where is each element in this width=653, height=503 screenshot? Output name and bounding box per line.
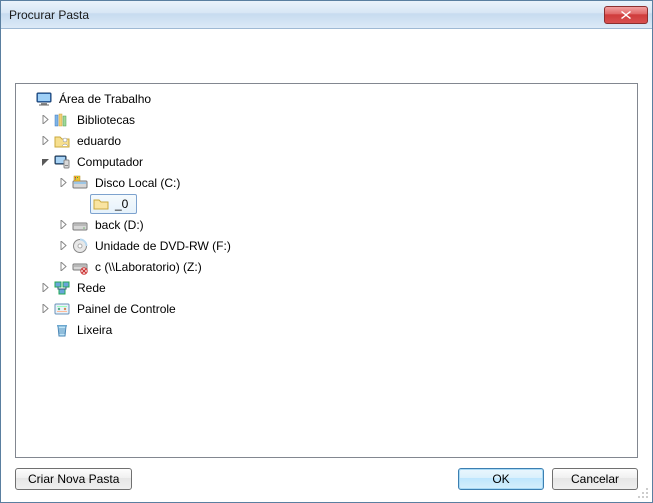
tree-label: back (D:) xyxy=(92,217,147,233)
desktop-icon xyxy=(36,91,52,107)
tree-item-control-panel[interactable]: Painel de Controle xyxy=(36,298,635,319)
recycle-bin-icon xyxy=(54,322,70,338)
tree-label: Rede xyxy=(74,280,109,296)
tree-item-computer[interactable]: Computador xyxy=(36,151,635,172)
tree-label: Lixeira xyxy=(74,322,115,338)
tree-label: Disco Local (C:) xyxy=(92,175,183,191)
tree-label: Unidade de DVD-RW (F:) xyxy=(92,238,234,254)
folder-tree[interactable]: Área de Trabalho Biblioteca xyxy=(15,83,638,458)
network-drive-disconnected-icon xyxy=(72,259,88,275)
tree-item-recycle-bin[interactable]: Lixeira xyxy=(36,319,635,340)
tree-label: Computador xyxy=(74,154,146,170)
computer-icon xyxy=(54,154,70,170)
ok-button[interactable]: OK xyxy=(458,468,544,490)
tree-item-disk-d[interactable]: back (D:) xyxy=(54,214,635,235)
tree-label: Área de Trabalho xyxy=(56,91,154,107)
tree-item-disk-c[interactable]: Disco Local (C:) xyxy=(54,172,635,193)
expander-collapsed-icon[interactable] xyxy=(56,260,70,274)
tree-label: Painel de Controle xyxy=(74,301,179,317)
expander-collapsed-icon[interactable] xyxy=(38,302,52,316)
resize-grip-icon[interactable] xyxy=(637,487,649,499)
dvd-drive-icon xyxy=(72,238,88,254)
folder-icon xyxy=(93,196,109,212)
button-row: Criar Nova Pasta OK Cancelar xyxy=(15,458,638,490)
tree-item-selected-folder[interactable]: _0 xyxy=(72,193,635,214)
expander-collapsed-icon[interactable] xyxy=(38,134,52,148)
user-folder-icon xyxy=(54,133,70,149)
control-panel-icon xyxy=(54,301,70,317)
expander-collapsed-icon[interactable] xyxy=(56,218,70,232)
tree-label: eduardo xyxy=(74,133,124,149)
tree-item-desktop[interactable]: Área de Trabalho xyxy=(18,88,635,109)
expander-collapsed-icon[interactable] xyxy=(56,239,70,253)
tree-item-network-drive[interactable]: c (\\Laboratorio) (Z:) xyxy=(54,256,635,277)
selected-item[interactable]: _0 xyxy=(90,194,137,214)
browse-folder-dialog: Procurar Pasta Área de Trabalho xyxy=(0,0,653,503)
drive-system-icon xyxy=(72,175,88,191)
close-icon xyxy=(621,11,631,19)
tree-item-network[interactable]: Rede xyxy=(36,277,635,298)
client-area: Área de Trabalho Biblioteca xyxy=(1,29,652,502)
new-folder-button[interactable]: Criar Nova Pasta xyxy=(15,468,132,490)
tree-item-dvd[interactable]: Unidade de DVD-RW (F:) xyxy=(54,235,635,256)
tree-label: _0 xyxy=(113,197,130,211)
window-title: Procurar Pasta xyxy=(9,8,604,22)
expander-collapsed-icon[interactable] xyxy=(38,281,52,295)
network-icon xyxy=(54,280,70,296)
expander-expanded-icon[interactable] xyxy=(38,155,52,169)
close-button[interactable] xyxy=(604,6,648,24)
tree-item-libraries[interactable]: Bibliotecas xyxy=(36,109,635,130)
tree-label: c (\\Laboratorio) (Z:) xyxy=(92,259,205,275)
expander-collapsed-icon[interactable] xyxy=(56,176,70,190)
cancel-button[interactable]: Cancelar xyxy=(552,468,638,490)
tree-item-user[interactable]: eduardo xyxy=(36,130,635,151)
drive-icon xyxy=(72,217,88,233)
tree-label: Bibliotecas xyxy=(74,112,138,128)
titlebar[interactable]: Procurar Pasta xyxy=(1,1,652,29)
libraries-icon xyxy=(54,112,70,128)
expander-collapsed-icon[interactable] xyxy=(38,113,52,127)
